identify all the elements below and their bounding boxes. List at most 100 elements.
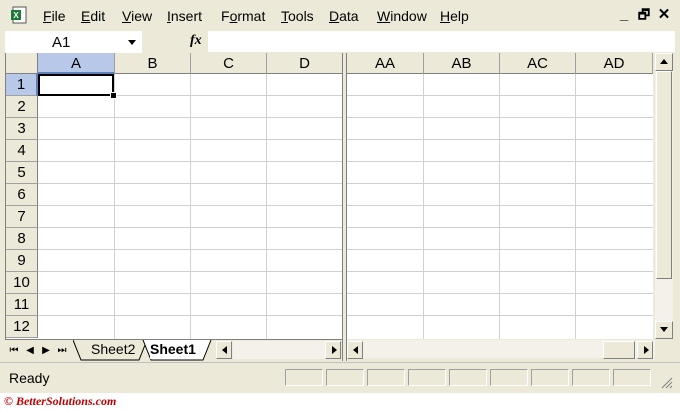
grid-line [499, 74, 500, 339]
hscroll-right-button-right[interactable] [637, 341, 653, 359]
status-panel [408, 369, 446, 386]
menu-format[interactable]: Format [221, 8, 265, 24]
column-header-aa[interactable]: AA [347, 53, 424, 74]
horizontal-scroll-track-left[interactable] [233, 341, 325, 359]
status-text: Ready [9, 370, 50, 386]
grid-line [38, 227, 343, 228]
menu-help[interactable]: Help [440, 8, 469, 24]
menu-bar: X File Edit View Insert Format Tools Dat… [0, 0, 680, 31]
grid-line [347, 227, 653, 228]
menu-window[interactable]: Window [377, 8, 427, 24]
horizontal-scroll-thumb[interactable] [603, 341, 635, 359]
horizontal-scrollbar-right[interactable] [347, 340, 655, 359]
row-header-5[interactable]: 5 [6, 162, 38, 184]
column-header-c[interactable]: C [191, 53, 267, 74]
status-bar: Ready [0, 362, 680, 393]
excel-window: X File Edit View Insert Format Tools Dat… [0, 0, 680, 393]
column-header-a[interactable]: A [38, 53, 115, 74]
tab-sheet1[interactable]: Sheet1 [150, 340, 196, 359]
scroll-down-button[interactable] [655, 321, 673, 339]
grid-pane-left[interactable]: A B C D 1 2 3 4 5 6 7 8 9 10 11 12 [5, 53, 343, 339]
first-sheet-icon[interactable]: ⏮ [7, 344, 21, 358]
active-cell-a1[interactable] [38, 74, 114, 96]
vertical-scrollbar[interactable] [655, 53, 673, 339]
grid-line [266, 74, 267, 339]
row-header-2[interactable]: 2 [6, 96, 38, 118]
menu-file[interactable]: File [43, 8, 66, 24]
grid-line [38, 293, 343, 294]
menu-insert[interactable]: Insert [167, 8, 202, 24]
grid-line [347, 249, 653, 250]
column-header-d[interactable]: D [267, 53, 343, 74]
grid-line [347, 315, 653, 316]
grid-line [114, 74, 115, 339]
status-panel [326, 369, 364, 386]
hscroll-left-button-right[interactable] [347, 341, 363, 359]
row-header-8[interactable]: 8 [6, 228, 38, 250]
grid-pane-right[interactable]: AA AB AC AD [347, 53, 653, 339]
grid-line [347, 95, 653, 96]
fill-handle[interactable] [110, 92, 117, 99]
arrow-right-icon [332, 346, 337, 354]
status-panel [490, 369, 528, 386]
menu-edit[interactable]: Edit [81, 8, 105, 24]
row-header-1[interactable]: 1 [6, 74, 38, 96]
grid-line [347, 117, 653, 118]
grid-line [38, 117, 343, 118]
excel-document-icon[interactable]: X [10, 6, 28, 24]
restore-icon[interactable]: 🗗 [635, 5, 653, 25]
resize-grip-icon[interactable] [659, 375, 673, 389]
grid-line [347, 205, 653, 206]
arrow-left-icon [222, 346, 227, 354]
vertical-scroll-thumb[interactable] [656, 71, 672, 279]
hscroll-right-button-left[interactable] [325, 341, 341, 359]
grid-line [423, 74, 424, 339]
arrow-left-icon [353, 346, 358, 354]
minimize-icon[interactable]: _ [615, 5, 633, 25]
row-header-6[interactable]: 6 [6, 184, 38, 206]
grid-line [347, 161, 653, 162]
grid-line [347, 183, 653, 184]
name-box[interactable]: A1 [5, 31, 142, 54]
previous-sheet-icon[interactable]: ◀ [23, 344, 37, 358]
grid-line [38, 271, 343, 272]
next-sheet-icon[interactable]: ▶ [39, 344, 53, 358]
arrow-down-icon [660, 327, 668, 332]
close-icon[interactable]: ✕ [655, 5, 673, 25]
column-header-ab[interactable]: AB [424, 53, 500, 74]
grid-line [347, 271, 653, 272]
row-header-3[interactable]: 3 [6, 118, 38, 140]
scroll-up-button[interactable] [655, 53, 673, 71]
row-header-12[interactable]: 12 [6, 316, 38, 338]
menu-tools[interactable]: Tools [281, 8, 314, 24]
row-header-10[interactable]: 10 [6, 272, 38, 294]
insert-function-icon[interactable]: fx [190, 33, 202, 49]
row-header-4[interactable]: 4 [6, 140, 38, 162]
tab-sheet2[interactable]: Sheet2 [91, 340, 135, 359]
grid-line [347, 293, 653, 294]
column-header-ad[interactable]: AD [576, 53, 653, 74]
status-panel [367, 369, 405, 386]
formula-input[interactable] [208, 31, 675, 52]
menu-data[interactable]: Data [329, 8, 359, 24]
copyright-watermark: © BetterSolutions.com [4, 394, 117, 408]
row-header-7[interactable]: 7 [6, 206, 38, 228]
row-header-9[interactable]: 9 [6, 250, 38, 272]
status-panel [613, 369, 651, 386]
menu-view[interactable]: View [122, 8, 152, 24]
grid-line [38, 249, 343, 250]
last-sheet-icon[interactable]: ⏭ [55, 344, 69, 358]
column-header-ac[interactable]: AC [500, 53, 576, 74]
hscroll-left-button-left[interactable] [216, 341, 232, 359]
select-all-corner[interactable] [6, 53, 38, 74]
grid-line [190, 74, 191, 339]
row-header-11[interactable]: 11 [6, 294, 38, 316]
grid-line [38, 205, 343, 206]
formula-bar: A1 fx [0, 31, 680, 54]
status-panel [531, 369, 569, 386]
grid-line [38, 183, 343, 184]
chevron-down-icon[interactable] [128, 40, 136, 45]
column-header-b[interactable]: B [115, 53, 191, 74]
name-box-value: A1 [52, 34, 71, 51]
grid-line [575, 74, 576, 339]
